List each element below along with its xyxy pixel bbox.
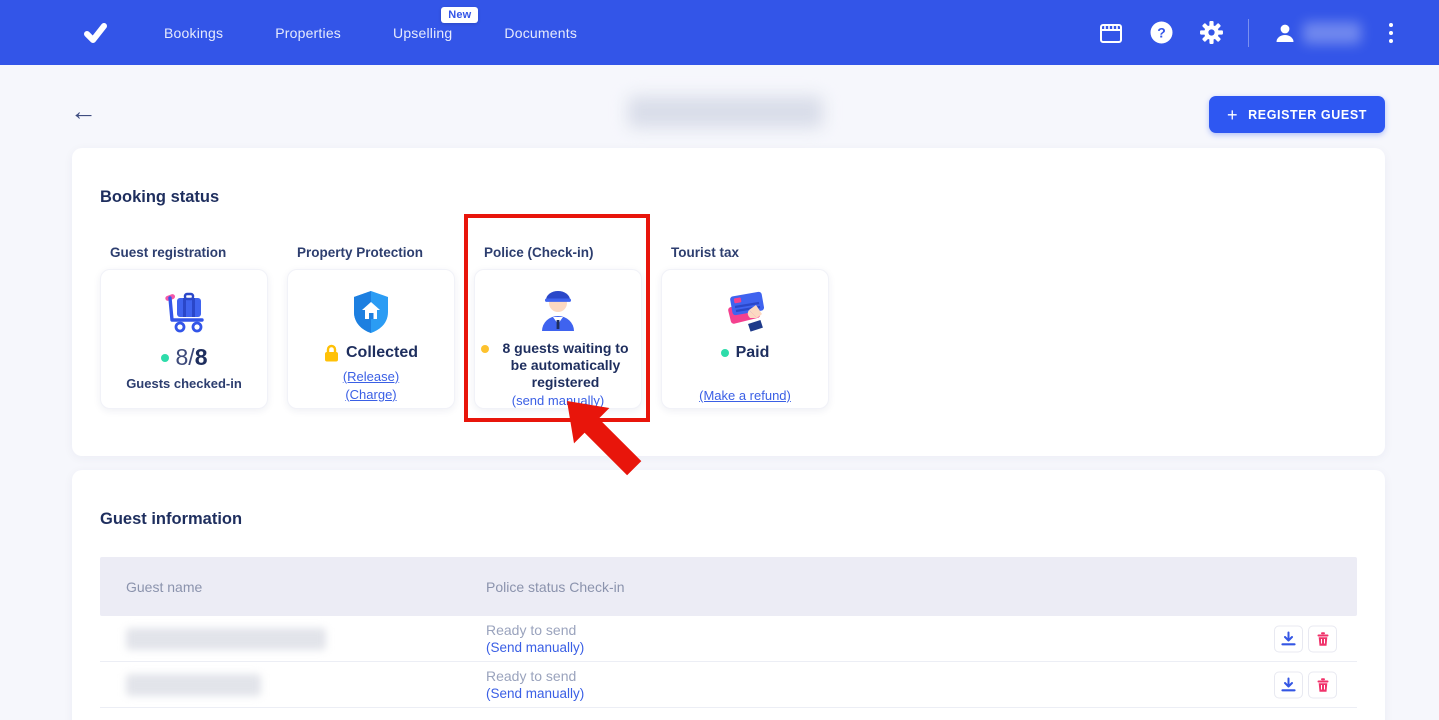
col-police-status: Police status Check-in <box>486 579 625 595</box>
tile-police-checkin-title: Police (Check-in) <box>474 245 642 260</box>
tile-police-checkin: Police (Check-in) 8 guests waiting to be… <box>474 245 642 409</box>
protection-status: Collected <box>346 344 418 362</box>
user-icon <box>1273 21 1297 45</box>
guest-information-title: Guest information <box>100 510 1357 529</box>
download-icon <box>1281 631 1296 646</box>
tile-guest-registration-title: Guest registration <box>100 245 268 260</box>
guest-name-redacted <box>126 674 261 696</box>
register-guest-label: REGISTER GUEST <box>1248 108 1367 122</box>
table-row: Ready to send (Send manually) <box>100 616 1357 662</box>
register-guest-button[interactable]: + REGISTER GUEST <box>1209 96 1385 133</box>
top-navbar: Bookings Properties Upselling New Docume… <box>0 0 1439 65</box>
user-menu[interactable] <box>1273 21 1361 45</box>
padlock-icon <box>324 344 339 362</box>
guest-name-redacted <box>126 628 326 650</box>
credit-card-hand-icon <box>719 286 771 338</box>
nav-item-bookings[interactable]: Bookings <box>164 25 223 41</box>
trash-icon <box>1316 677 1330 692</box>
download-button[interactable] <box>1274 625 1303 652</box>
table-row: Ready to send (Send manually) <box>100 662 1357 708</box>
police-status-value: Ready to send <box>486 622 584 638</box>
delete-button[interactable] <box>1308 625 1337 652</box>
status-tiles: Guest registration <box>100 245 1357 409</box>
luggage-cart-icon <box>157 286 211 338</box>
trash-icon <box>1316 631 1330 646</box>
send-manually-link[interactable]: (send manually) <box>512 393 605 408</box>
delete-button[interactable] <box>1308 671 1337 698</box>
nav-item-properties[interactable]: Properties <box>275 25 341 41</box>
plus-icon: + <box>1227 106 1238 124</box>
tile-property-protection: Property Protection C <box>287 245 455 409</box>
guest-table-header: Guest name Police status Check-in <box>100 557 1357 616</box>
user-name-redacted <box>1303 22 1361 44</box>
guest-table: Guest name Police status Check-in Ready … <box>100 557 1357 720</box>
app-logo-check-icon[interactable] <box>78 16 112 50</box>
shield-home-icon <box>349 286 393 338</box>
police-officer-icon <box>534 286 582 332</box>
help-icon[interactable]: ? <box>1148 20 1174 46</box>
guests-checked-in-label: Guests checked-in <box>126 376 242 391</box>
send-manually-row-link[interactable]: (Send manually) <box>486 640 584 655</box>
tile-tourist-tax: Tourist tax Paid <box>661 245 829 409</box>
nav-item-upselling-label: Upselling <box>393 25 452 41</box>
release-link[interactable]: (Release) <box>343 369 399 384</box>
guests-count: 8/8 <box>176 344 208 371</box>
status-dot-yellow <box>481 345 489 353</box>
send-manually-row-link[interactable]: (Send manually) <box>486 686 584 701</box>
tile-guest-registration: Guest registration <box>100 245 268 409</box>
kebab-menu-icon[interactable] <box>1385 19 1397 47</box>
police-status-value: Ready to send <box>486 668 584 684</box>
status-dot-green <box>721 349 729 357</box>
booking-status-card: Booking status Guest registration <box>72 148 1385 456</box>
charge-link[interactable]: (Charge) <box>345 387 396 402</box>
marketplace-icon[interactable] <box>1098 20 1124 46</box>
new-badge: New <box>441 7 478 23</box>
navbar-divider <box>1248 19 1249 47</box>
tile-tourist-tax-title: Tourist tax <box>661 245 829 260</box>
tile-property-protection-title: Property Protection <box>287 245 455 260</box>
gear-icon[interactable] <box>1198 20 1224 46</box>
navbar-right: ? <box>1098 0 1397 65</box>
tourist-tax-status: Paid <box>736 344 770 362</box>
col-guest-name: Guest name <box>100 579 486 595</box>
back-button[interactable]: ← <box>70 98 97 125</box>
table-row: Yogesh Kumar Ramesh Chandra Patel Ready … <box>100 708 1357 720</box>
nav-menu: Bookings Properties Upselling New Docume… <box>164 25 577 41</box>
nav-item-documents[interactable]: Documents <box>504 25 577 41</box>
nav-item-upselling[interactable]: Upselling New <box>393 25 452 41</box>
status-dot-green <box>161 354 169 362</box>
booking-status-title: Booking status <box>100 188 1357 207</box>
download-button[interactable] <box>1274 671 1303 698</box>
page-title-redacted <box>628 96 823 128</box>
svg-text:?: ? <box>1157 25 1166 41</box>
download-icon <box>1281 677 1296 692</box>
guest-information-card: Guest information Guest name Police stat… <box>72 470 1385 720</box>
make-refund-link[interactable]: (Make a refund) <box>699 388 791 403</box>
police-status-text: 8 guests waiting to be automatically reg… <box>496 340 635 391</box>
